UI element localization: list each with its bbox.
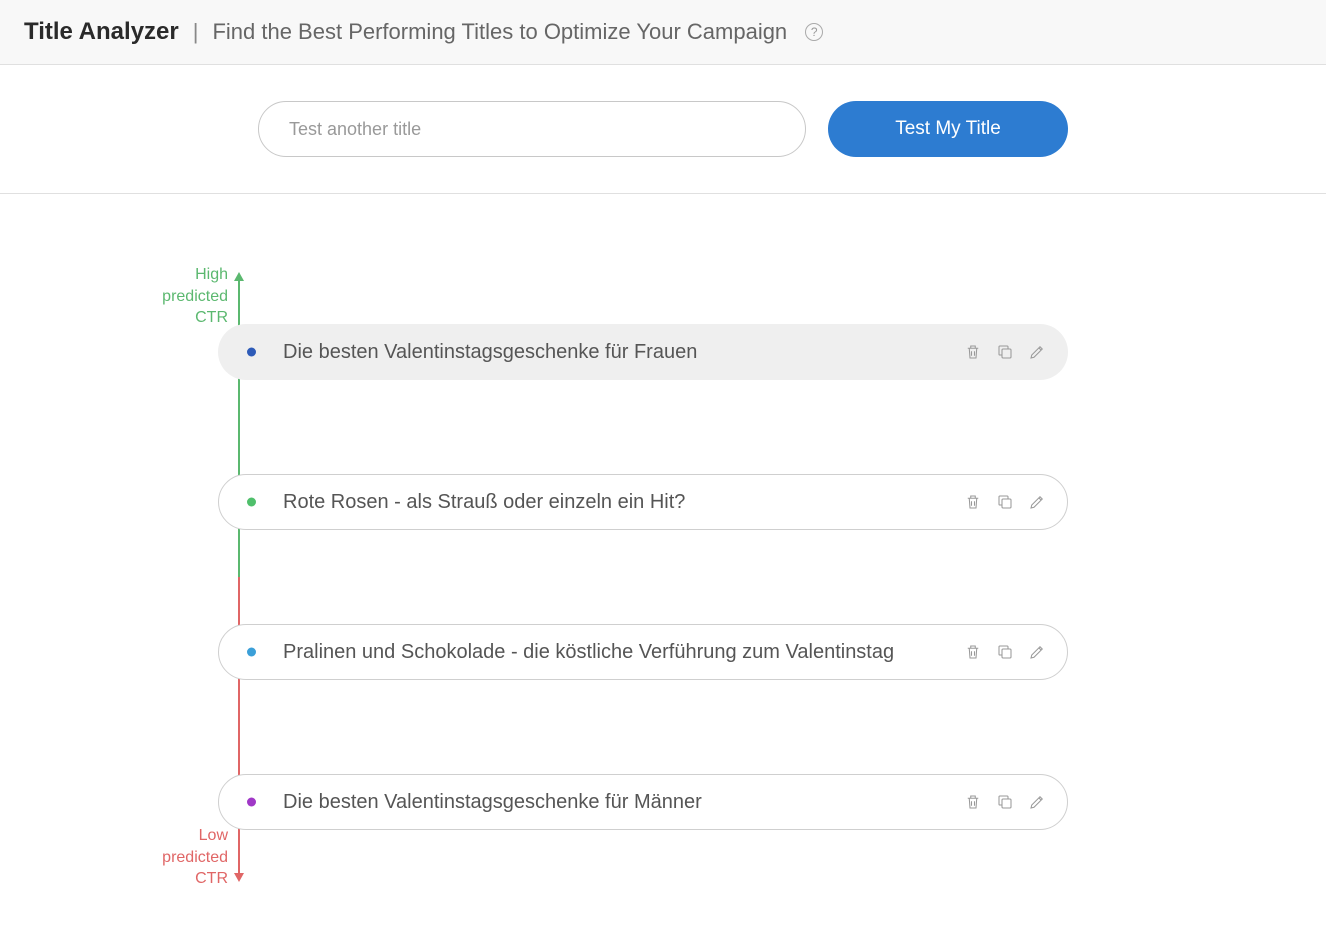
delete-icon[interactable] bbox=[963, 792, 983, 812]
title-card[interactable]: Die besten Valentinstagsgeschenke für Mä… bbox=[218, 774, 1068, 830]
page-title: Title Analyzer bbox=[24, 18, 179, 46]
card-actions bbox=[963, 642, 1047, 662]
title-input[interactable] bbox=[258, 101, 806, 157]
edit-icon[interactable] bbox=[1027, 492, 1047, 512]
header-divider: | bbox=[193, 19, 199, 45]
rank-dot-icon bbox=[247, 648, 256, 657]
duplicate-icon[interactable] bbox=[995, 792, 1015, 812]
page-subtitle: Find the Best Performing Titles to Optim… bbox=[212, 19, 787, 45]
edit-icon[interactable] bbox=[1027, 342, 1047, 362]
title-card[interactable]: Pralinen und Schokolade - die köstliche … bbox=[218, 624, 1068, 680]
card-actions bbox=[963, 342, 1047, 362]
delete-icon[interactable] bbox=[963, 642, 983, 662]
title-list: Die besten Valentinstagsgeschenke für Fr… bbox=[218, 264, 1108, 890]
search-section: Test My Title bbox=[0, 65, 1326, 194]
delete-icon[interactable] bbox=[963, 342, 983, 362]
title-text: Pralinen und Schokolade - die köstliche … bbox=[263, 641, 963, 664]
axis-high-label: High predicted CTR bbox=[143, 264, 228, 329]
delete-icon[interactable] bbox=[963, 492, 983, 512]
card-actions bbox=[963, 492, 1047, 512]
page-header: Title Analyzer | Find the Best Performin… bbox=[0, 0, 1326, 65]
title-text: Rote Rosen - als Strauß oder einzeln ein… bbox=[263, 491, 963, 514]
title-text: Die besten Valentinstagsgeschenke für Mä… bbox=[263, 791, 963, 814]
rank-dot-icon bbox=[247, 798, 256, 807]
card-actions bbox=[963, 792, 1047, 812]
duplicate-icon[interactable] bbox=[995, 492, 1015, 512]
title-text: Die besten Valentinstagsgeschenke für Fr… bbox=[263, 341, 963, 364]
edit-icon[interactable] bbox=[1027, 642, 1047, 662]
title-card[interactable]: Rote Rosen - als Strauß oder einzeln ein… bbox=[218, 474, 1068, 530]
test-title-button[interactable]: Test My Title bbox=[828, 101, 1068, 157]
duplicate-icon[interactable] bbox=[995, 642, 1015, 662]
help-icon[interactable]: ? bbox=[805, 23, 823, 41]
rank-dot-icon bbox=[247, 498, 256, 507]
edit-icon[interactable] bbox=[1027, 792, 1047, 812]
axis-container: High predicted CTR Low predicted CTR Die… bbox=[218, 264, 1108, 890]
rank-dot-icon bbox=[247, 348, 256, 357]
results-area: High predicted CTR Low predicted CTR Die… bbox=[0, 194, 1326, 950]
duplicate-icon[interactable] bbox=[995, 342, 1015, 362]
title-card[interactable]: Die besten Valentinstagsgeschenke für Fr… bbox=[218, 324, 1068, 380]
axis-low-label: Low predicted CTR bbox=[143, 825, 228, 890]
